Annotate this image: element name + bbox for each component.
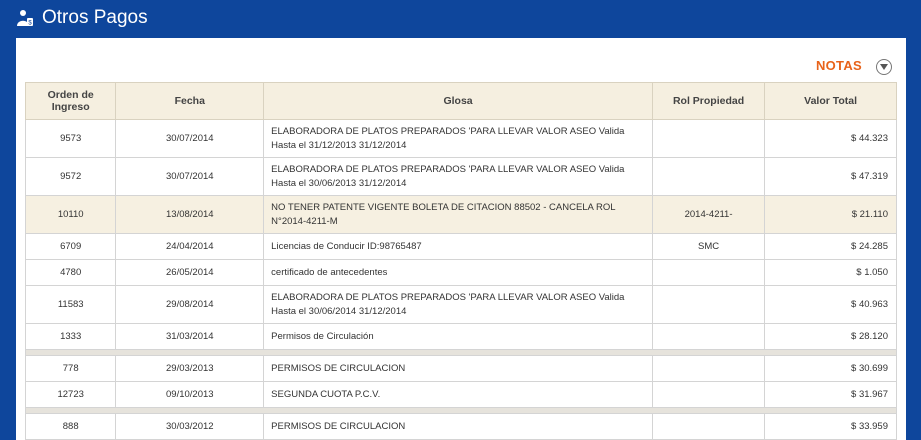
- cell-valor: $ 44.323: [764, 119, 897, 158]
- cell-valor: $ 31.967: [764, 381, 897, 408]
- table-row: 9573 30/07/2014 ELABORADORA DE PLATOS PR…: [24, 119, 897, 158]
- cell-orden: 6709: [24, 233, 117, 260]
- cell-orden: 4780: [24, 259, 117, 286]
- cell-orden: 778: [24, 355, 117, 382]
- cell-fecha: 29/08/2014: [115, 285, 265, 324]
- cell-orden: 9572: [24, 157, 117, 196]
- cell-fecha: 26/05/2014: [115, 259, 265, 286]
- cell-glosa: PERMISOS DE CIRCULACION: [263, 413, 653, 440]
- table-row-highlighted: 10110 13/08/2014 NO TENER PATENTE VIGENT…: [24, 195, 897, 234]
- cell-rol: [651, 119, 766, 158]
- cell-valor: $ 47.319: [764, 157, 897, 196]
- header-rol-propiedad: Rol Propiedad: [651, 82, 766, 120]
- cell-rol: [651, 285, 766, 324]
- cell-fecha: 30/07/2014: [115, 157, 265, 196]
- cell-rol: [651, 413, 766, 440]
- header-orden-line1: Orden de: [47, 89, 94, 101]
- cell-fecha: 30/07/2014: [115, 119, 265, 158]
- cell-fecha: 30/03/2012: [115, 413, 265, 440]
- header-orden-line2: Ingreso: [51, 101, 90, 113]
- page-header: $ Otros Pagos: [0, 0, 921, 36]
- cell-rol: [651, 323, 766, 350]
- table-row: 778 29/03/2013 PERMISOS DE CIRCULACION $…: [24, 355, 897, 382]
- cell-rol: 2014-4211-: [651, 195, 766, 234]
- cell-glosa: ELABORADORA DE PLATOS PREPARADOS 'PARA L…: [263, 285, 653, 324]
- cell-orden: 1333: [24, 323, 117, 350]
- cell-rol: SMC: [651, 233, 766, 260]
- cell-orden: 11583: [24, 285, 117, 324]
- cell-glosa: certificado de antecedentes: [263, 259, 653, 286]
- notes-bar: NOTAS: [16, 38, 906, 80]
- cell-valor: $ 28.120: [764, 323, 897, 350]
- cell-rol: [651, 381, 766, 408]
- table-row: 9572 30/07/2014 ELABORADORA DE PLATOS PR…: [24, 157, 897, 196]
- page-title: Otros Pagos: [42, 7, 148, 28]
- header-valor-total: Valor Total: [764, 82, 897, 120]
- cell-glosa: NO TENER PATENTE VIGENTE BOLETA DE CITAC…: [263, 195, 653, 234]
- header-fecha: Fecha: [115, 82, 265, 120]
- notes-link[interactable]: NOTAS: [816, 58, 862, 73]
- table-row: 11583 29/08/2014 ELABORADORA DE PLATOS P…: [24, 285, 897, 324]
- cell-rol: [651, 157, 766, 196]
- cell-fecha: 24/04/2014: [115, 233, 265, 260]
- cell-fecha: 31/03/2014: [115, 323, 265, 350]
- header-glosa: Glosa: [263, 82, 653, 120]
- cell-glosa: Licencias de Conducir ID:98765487: [263, 233, 653, 260]
- table-header-row: Orden de Ingreso Fecha Glosa Rol Propied…: [24, 82, 897, 120]
- table-row: 6709 24/04/2014 Licencias de Conducir ID…: [24, 233, 897, 260]
- cell-valor: $ 33.959: [764, 413, 897, 440]
- cell-glosa: PERMISOS DE CIRCULACION: [263, 355, 653, 382]
- table-row: 1333 31/03/2014 Permisos de Circulación …: [24, 323, 897, 350]
- cell-fecha: 09/10/2013: [115, 381, 265, 408]
- table-row: 888 30/03/2012 PERMISOS DE CIRCULACION $…: [24, 413, 897, 440]
- payments-table: Orden de Ingreso Fecha Glosa Rol Propied…: [24, 82, 897, 440]
- cell-glosa: ELABORADORA DE PLATOS PREPARADOS 'PARA L…: [263, 157, 653, 196]
- money-user-icon: $: [16, 9, 34, 27]
- table-row: 4780 26/05/2014 certificado de anteceden…: [24, 259, 897, 286]
- cell-rol: [651, 355, 766, 382]
- cell-orden: 10110: [24, 195, 117, 234]
- cell-glosa: SEGUNDA CUOTA P.C.V.: [263, 381, 653, 408]
- cell-valor: $ 30.699: [764, 355, 897, 382]
- cell-glosa: ELABORADORA DE PLATOS PREPARADOS 'PARA L…: [263, 119, 653, 158]
- cell-valor: $ 40.963: [764, 285, 897, 324]
- cell-orden: 12723: [24, 381, 117, 408]
- cell-orden: 888: [24, 413, 117, 440]
- chevron-down-circle-icon[interactable]: [876, 59, 892, 75]
- app-window: $ Otros Pagos NOTAS Orden de Ingreso Fec…: [0, 0, 921, 440]
- cell-fecha: 29/03/2013: [115, 355, 265, 382]
- table-row: 12723 09/10/2013 SEGUNDA CUOTA P.C.V. $ …: [24, 381, 897, 408]
- cell-fecha: 13/08/2014: [115, 195, 265, 234]
- cell-rol: [651, 259, 766, 286]
- cell-orden: 9573: [24, 119, 117, 158]
- cell-valor: $ 1.050: [764, 259, 897, 286]
- content-panel: NOTAS Orden de Ingreso Fecha Glosa Rol P…: [16, 38, 906, 440]
- cell-glosa: Permisos de Circulación: [263, 323, 653, 350]
- cell-valor: $ 21.110: [764, 195, 897, 234]
- cell-valor: $ 24.285: [764, 233, 897, 260]
- header-orden-ingreso: Orden de Ingreso: [24, 82, 117, 120]
